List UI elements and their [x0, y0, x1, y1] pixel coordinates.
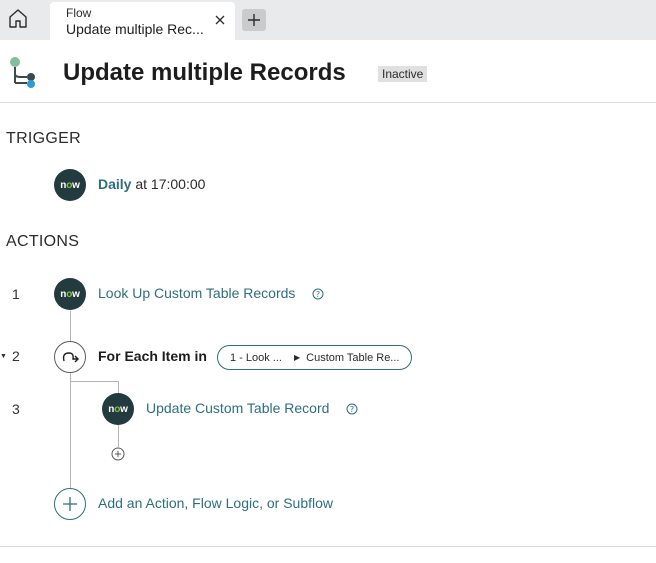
step-number: 2 [12, 348, 20, 364]
actions-section-title: ACTIONS [6, 233, 80, 250]
step-label-lookup[interactable]: Look Up Custom Table Records [98, 285, 295, 301]
add-action-link[interactable]: Add an Action, Flow Logic, or Subflow [98, 495, 333, 511]
trigger-frequency: Daily [98, 176, 132, 192]
divider [0, 546, 656, 547]
trigger-label[interactable]: Daily at 17:00:00 [98, 176, 205, 192]
step-number: 3 [12, 401, 20, 417]
connector-line [70, 381, 118, 382]
caret-right-icon: ▶ [293, 353, 301, 362]
add-tab-button[interactable] [242, 9, 266, 31]
loop-icon [54, 341, 86, 373]
home-button[interactable] [0, 0, 36, 36]
home-icon [9, 9, 27, 28]
tab-bar: Flow Update multiple Rec... [0, 0, 656, 40]
status-badge: Inactive [378, 66, 428, 82]
now-logo-icon: now [54, 169, 86, 201]
trigger-section-title: TRIGGER [6, 130, 81, 147]
data-pill[interactable]: 1 - Look ... ▶ Custom Table Re... [217, 345, 413, 370]
tab-flow[interactable]: Flow Update multiple Rec... [50, 2, 235, 40]
flow-diagram-icon [10, 57, 35, 88]
logo-letter: w [120, 403, 128, 415]
flow-header: Update multiple Records Inactive [0, 40, 656, 103]
svg-text:?: ? [316, 290, 320, 299]
plus-icon [63, 497, 77, 511]
add-action-button[interactable] [54, 488, 86, 520]
add-step-icon[interactable] [111, 447, 125, 461]
close-icon[interactable] [213, 13, 227, 27]
help-icon[interactable]: ? [312, 288, 324, 300]
plus-icon [248, 14, 260, 26]
now-logo-icon: now [102, 393, 134, 425]
now-logo-icon: now [54, 278, 86, 310]
connector-line [70, 311, 71, 494]
tab-title: Flow [66, 6, 92, 20]
pill-table-ref: Custom Table Re... [306, 351, 400, 364]
step-label-foreach[interactable]: For Each Item in [98, 348, 207, 364]
connector-line [118, 381, 119, 393]
collapse-caret-icon[interactable]: ▼ [0, 353, 7, 360]
logo-letter: w [72, 288, 80, 300]
pill-step-ref: 1 - Look ... [230, 351, 282, 364]
trigger-time: at 17:00:00 [131, 176, 206, 192]
page-title: Update multiple Records [63, 59, 346, 86]
step-label-update[interactable]: Update Custom Table Record [146, 400, 329, 416]
svg-text:?: ? [350, 405, 354, 414]
help-icon[interactable]: ? [346, 403, 358, 415]
connector-line [118, 425, 119, 447]
step-number: 1 [12, 286, 20, 302]
logo-letter: w [72, 179, 80, 191]
tab-subtitle: Update multiple Rec... [66, 21, 204, 37]
